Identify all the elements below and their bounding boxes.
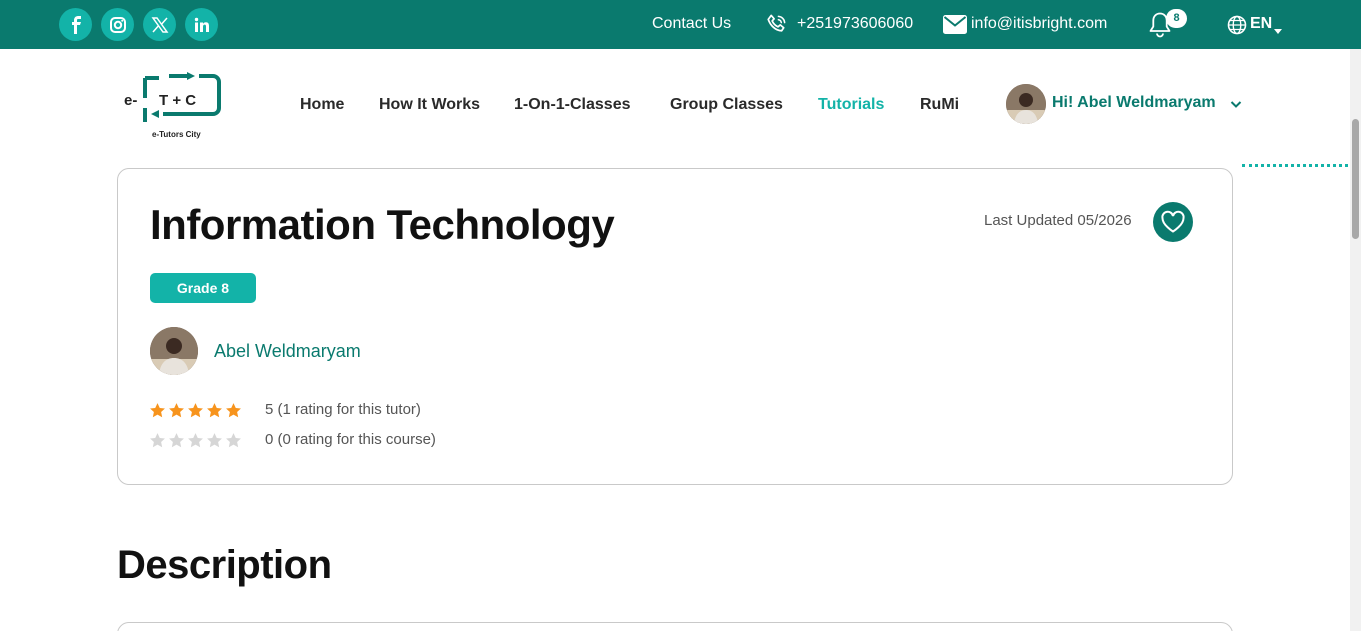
nav-rumi[interactable]: RuMi (920, 95, 959, 115)
globe-icon[interactable] (1227, 15, 1247, 40)
contact-us-link[interactable]: Contact Us (652, 15, 731, 33)
star-icon (169, 403, 184, 418)
page-scrollbar[interactable] (1350, 49, 1361, 631)
nav-group-classes[interactable]: Group Classes (670, 95, 783, 115)
star-icon (207, 403, 222, 418)
email-link[interactable]: info@itisbright.com (971, 15, 1107, 33)
grade-badge: Grade 8 (150, 273, 256, 303)
decorative-dots (1242, 164, 1348, 167)
instagram-icon[interactable] (101, 8, 134, 41)
tutor-rating-text: 5 (1 rating for this tutor) (265, 401, 421, 418)
star-icon (188, 403, 203, 418)
star-icon (226, 403, 241, 418)
favorite-button[interactable] (1153, 202, 1193, 242)
x-icon[interactable] (143, 8, 176, 41)
description-heading: Description (117, 543, 332, 587)
logo-mark: T + C (159, 92, 197, 109)
language-selector[interactable]: EN (1250, 15, 1272, 33)
course-rating-text: 0 (0 rating for this course) (265, 431, 436, 448)
course-title: Information Technology (150, 201, 615, 248)
nav-tutorials[interactable]: Tutorials (818, 95, 884, 115)
user-greeting[interactable]: Hi! Abel Weldmaryam (1052, 93, 1216, 113)
nav-how-it-works[interactable]: How It Works (379, 95, 480, 115)
facebook-icon[interactable] (59, 8, 92, 41)
user-avatar[interactable] (1006, 84, 1046, 124)
star-empty-icon (150, 433, 165, 448)
star-empty-icon (188, 433, 203, 448)
language-caret-icon[interactable] (1274, 21, 1282, 39)
heart-icon (1161, 210, 1185, 233)
scrollbar-thumb[interactable] (1352, 119, 1359, 239)
notification-badge: 8 (1166, 9, 1187, 28)
top-bar: Contact Us +251973606060 info@itisbright… (0, 0, 1361, 49)
star-empty-icon (169, 433, 184, 448)
mail-icon (943, 15, 967, 39)
tutor-name-link[interactable]: Abel Weldmaryam (214, 340, 361, 362)
linkedin-icon[interactable] (185, 8, 218, 41)
phone-icon (765, 13, 788, 41)
star-icon (150, 403, 165, 418)
course-header-card: Information Technology Last Updated 05/2… (117, 168, 1233, 485)
last-updated: Last Updated 05/2026 (984, 212, 1132, 229)
description-card (117, 622, 1233, 631)
course-rating-stars (149, 432, 242, 449)
star-empty-icon (207, 433, 222, 448)
nav-one-on-one-classes[interactable]: 1-On-1-Classes (514, 95, 631, 115)
tutor-rating-stars (149, 402, 242, 419)
chevron-down-icon[interactable] (1230, 96, 1242, 114)
nav-home[interactable]: Home (300, 95, 344, 115)
phone-number[interactable]: +251973606060 (797, 15, 913, 33)
tutor-avatar[interactable] (150, 327, 198, 375)
logo-caption: e-Tutors City (152, 130, 201, 139)
star-empty-icon (226, 433, 241, 448)
logo-prefix: e- (124, 92, 138, 109)
